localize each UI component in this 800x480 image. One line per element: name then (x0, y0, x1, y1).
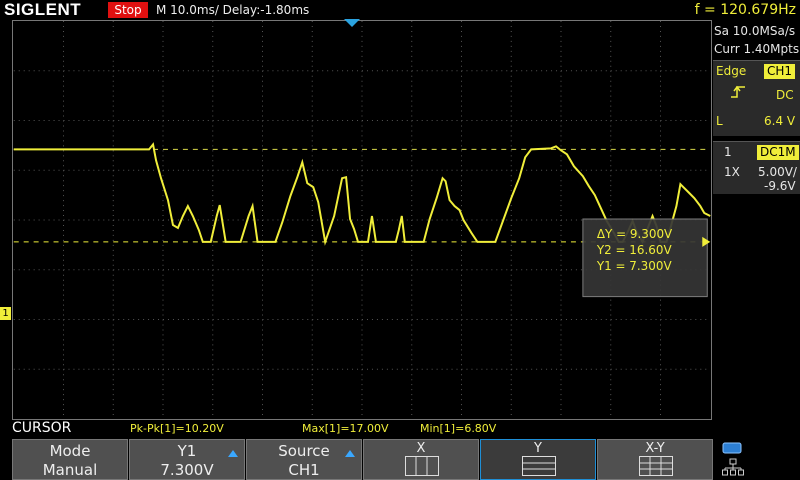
measurement-pkpk: Pk-Pk[1]=10.20V (130, 422, 224, 435)
source-label: Source (278, 442, 330, 460)
y1-softkey[interactable]: Y1 7.300V (129, 439, 245, 480)
knob-adjust-icon (345, 450, 355, 457)
trigger-source: CH1 (764, 64, 796, 79)
probe-ratio: 1X (724, 165, 740, 179)
measurement-max: Max[1]=17.00V (302, 422, 389, 435)
trigger-type: Edge (716, 64, 747, 78)
mode-softkey[interactable]: Mode Manual (12, 439, 128, 480)
y-cursor-softkey[interactable]: Y (480, 439, 596, 480)
source-softkey[interactable]: Source CH1 (246, 439, 362, 480)
y1-value: 7.300V (160, 461, 214, 479)
source-value: CH1 (288, 461, 320, 479)
y1-label: Y1 (177, 442, 197, 460)
xy-cursor-icon (639, 456, 673, 476)
mode-label: Mode (49, 442, 91, 460)
cursor-y1-value: Y1 = 7.300V (596, 259, 673, 273)
timebase-readout: M 10.0ms/ Delay:-1.80ms (156, 3, 310, 17)
sample-rate: Sa 10.0MSa/s (714, 24, 796, 38)
usb-status-icon (722, 442, 742, 454)
knob-adjust-icon (228, 450, 238, 457)
frequency-counter: f = 120.679Hz (694, 2, 796, 18)
cursor-y2-value: Y2 = 16.60V (596, 243, 673, 257)
waveform-display[interactable]: ΔY = 9.300V Y2 = 16.60V Y1 = 7.300V (12, 20, 712, 420)
trigger-coupling: DC (776, 88, 794, 102)
network-icon (722, 458, 744, 476)
trigger-position-marker[interactable] (343, 18, 363, 28)
trigger-level-prefix: L (716, 114, 723, 128)
cursor-readout-box: ΔY = 9.300V Y2 = 16.60V Y1 = 7.300V (582, 218, 708, 298)
menu-title: CURSOR (12, 420, 72, 436)
ch1-ground-marker[interactable]: 1 (0, 307, 11, 320)
xy-cursor-softkey[interactable]: X-Y (597, 439, 713, 480)
trigger-level: 6.4 V (764, 114, 796, 128)
vertical-offset: -9.6V (764, 179, 796, 193)
x-cursor-icon (405, 456, 439, 476)
channel-number: 1 (724, 145, 732, 159)
rising-edge-icon (731, 85, 745, 98)
vertical-scale: 5.00V/ (758, 165, 797, 179)
brand-logo: SIGLENT (4, 0, 82, 19)
x-cursor-softkey[interactable]: X (363, 439, 479, 480)
y-cursor-icon (522, 456, 556, 476)
mode-value: Manual (42, 461, 98, 479)
run-stop-status[interactable]: Stop (108, 2, 148, 18)
channel-coupling: DC1M (757, 145, 799, 160)
measurement-min: Min[1]=6.80V (420, 422, 497, 435)
cursor-delta-y: ΔY = 9.300V (597, 227, 673, 241)
memory-depth: Curr 1.40Mpts (714, 42, 800, 56)
